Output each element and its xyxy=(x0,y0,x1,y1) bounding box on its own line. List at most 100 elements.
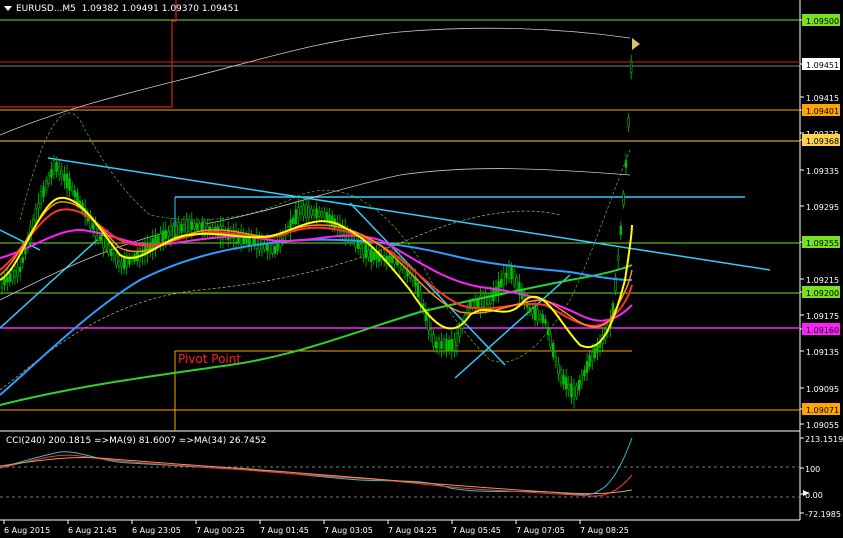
candle-body xyxy=(512,271,516,286)
candle-body xyxy=(172,225,175,238)
candle-body xyxy=(432,334,435,347)
candle-body xyxy=(502,273,505,286)
candle-body xyxy=(544,319,547,324)
cci-ma-red xyxy=(0,454,633,497)
time-tick-label: 7 Aug 08:25 xyxy=(580,526,629,535)
candle-body xyxy=(16,266,19,277)
candle-body xyxy=(294,209,297,224)
candle-body xyxy=(564,377,568,390)
candle-body xyxy=(57,166,61,176)
time-tick-label: 6 Aug 23:05 xyxy=(132,526,181,535)
candle-body xyxy=(528,307,532,312)
candle-body xyxy=(302,205,305,217)
candle-body xyxy=(52,160,56,175)
price-tick-label: 1.09451 xyxy=(806,61,839,70)
candle-body xyxy=(429,328,433,336)
time-tick-label: 7 Aug 00:25 xyxy=(196,526,245,535)
candle-body xyxy=(304,204,308,219)
candle-body xyxy=(164,230,167,240)
candle-body xyxy=(557,363,560,375)
candle-body xyxy=(39,190,43,205)
candle-body xyxy=(562,374,565,385)
candle-body xyxy=(572,387,576,400)
time-tick-label: 7 Aug 05:45 xyxy=(452,526,501,535)
candle-body xyxy=(585,361,589,373)
candle-body xyxy=(385,256,388,261)
envelope-lines xyxy=(0,27,631,391)
candle-body xyxy=(271,244,274,254)
candle-body xyxy=(71,186,74,192)
candle-body xyxy=(193,223,196,229)
triangle-down-icon[interactable] xyxy=(4,6,12,11)
candle-body xyxy=(364,244,368,259)
candle-body xyxy=(453,339,456,351)
candle-body xyxy=(427,316,430,331)
price-tick-label: 1.09071 xyxy=(806,406,839,415)
price-tick-label: 1.09255 xyxy=(806,239,839,248)
candle-body xyxy=(616,255,620,261)
candle-body xyxy=(458,328,461,338)
candle-body xyxy=(112,253,116,260)
candle-body xyxy=(473,300,477,307)
candle-body xyxy=(624,160,628,168)
candle-body xyxy=(505,272,508,279)
candle-body xyxy=(159,233,162,244)
candle-body xyxy=(120,261,123,267)
candle-body xyxy=(531,308,534,315)
candle-body xyxy=(583,370,586,377)
candle-body xyxy=(5,276,9,283)
symbol-label: EURUSD...M5 xyxy=(16,4,76,14)
price-tick-label: 1.09200 xyxy=(806,289,839,298)
candle-body xyxy=(94,225,97,237)
indicator-label: CCI(240) 200.1815 =>MA(9) 81.6007 =>MA(3… xyxy=(6,436,267,446)
candle-body xyxy=(99,235,103,241)
indicator-tick-label: 100 xyxy=(805,465,820,474)
price-tick-label: 1.09135 xyxy=(806,348,839,357)
candle-body xyxy=(123,256,126,269)
candle-body xyxy=(442,338,446,352)
price-marker-icon[interactable] xyxy=(632,38,640,50)
candle-body xyxy=(593,347,597,358)
candle-body xyxy=(549,333,552,348)
candle-body xyxy=(102,235,105,249)
price-tick-label: 1.09295 xyxy=(806,203,839,212)
candle-body xyxy=(63,173,66,182)
candle-body xyxy=(34,208,38,221)
candle-body xyxy=(180,224,183,233)
candle-body xyxy=(44,179,48,192)
time-tick-label: 6 Aug 2015 xyxy=(4,526,50,535)
candle-body xyxy=(577,380,581,391)
candle-body xyxy=(629,60,633,74)
candle-body xyxy=(325,212,329,222)
candle-body xyxy=(299,206,303,215)
price-tick-label: 1.09055 xyxy=(806,421,839,430)
candle-body xyxy=(567,383,571,390)
candle-body xyxy=(198,223,201,232)
candle-body xyxy=(177,222,180,237)
candle-body xyxy=(307,206,310,218)
pivot-label: Pivot Point xyxy=(178,352,241,366)
price-tick-label: 1.09175 xyxy=(806,312,839,321)
time-axis: 6 Aug 2015 6 Aug 21:45 6 Aug 23:05 7 Aug 00… xyxy=(3,520,629,535)
candle-body xyxy=(596,345,599,353)
candle-body xyxy=(403,262,407,278)
candle-body xyxy=(162,230,165,243)
candle-body xyxy=(510,266,513,280)
time-tick-label: 7 Aug 03:05 xyxy=(324,526,373,535)
time-tick-label: 7 Aug 01:45 xyxy=(260,526,309,535)
candle-body xyxy=(330,215,334,227)
candle-body xyxy=(450,338,453,352)
candle-body xyxy=(73,190,77,198)
price-tick-label: 1.09215 xyxy=(806,276,839,285)
candle-body xyxy=(317,211,321,217)
candle-body xyxy=(619,225,623,236)
candle-body xyxy=(182,223,186,231)
price-chart[interactable]: Pivot Point 1.09500 1.09451 1.09415 1.09401… xyxy=(0,0,843,538)
price-tick-label: 1.09368 xyxy=(806,137,839,146)
candle-body xyxy=(627,117,630,128)
candle-body xyxy=(447,339,451,351)
price-tick-label: 1.09500 xyxy=(806,17,839,26)
candle-body xyxy=(18,266,22,272)
candle-body xyxy=(359,244,362,249)
candle-body xyxy=(13,270,17,278)
